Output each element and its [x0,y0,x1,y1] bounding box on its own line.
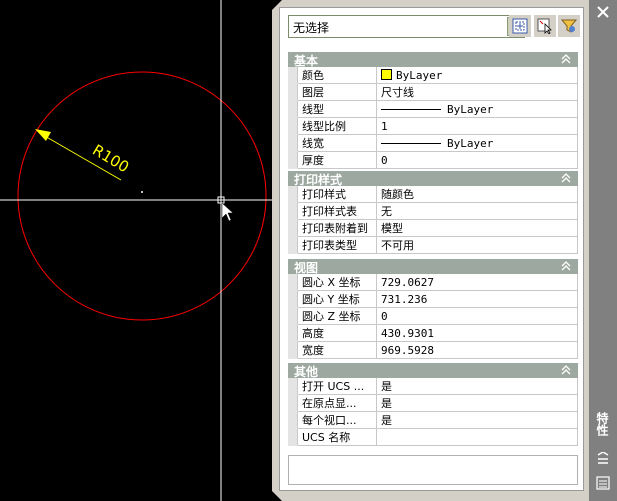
property-label: 宽度 [297,341,377,359]
property-label: 打印样式 [297,186,377,203]
dimension-arrow-icon [35,129,51,141]
property-value[interactable]: 是 [376,394,578,412]
section-general-header[interactable]: 基本 [288,52,578,68]
property-label: 打开 UCS ... [297,378,377,395]
property-label: 打印样式表 [297,202,377,220]
palette-titlebar[interactable]: 特性 [589,0,617,501]
properties-menu-icon[interactable] [594,476,612,490]
property-row-plot-style-table[interactable]: 打印样式表无 [288,202,578,220]
property-row-center-z[interactable]: 圆心 Z 坐标 0 [288,307,578,325]
property-label: 打印表类型 [297,236,377,254]
property-label: UCS 名称 [297,428,377,446]
property-label: 每个视口... [297,411,377,429]
select-objects-button[interactable] [534,15,556,37]
property-row-lineweight[interactable]: 线宽 ByLayer [288,134,578,152]
property-row-plot-table-attached[interactable]: 打印表附着到 模型 [288,219,578,237]
section-view-header[interactable]: 视图 [288,259,578,275]
property-value[interactable]: 模型 [376,219,578,237]
property-label: 颜色 [297,67,377,84]
property-value[interactable]: 是 [376,411,578,429]
collapse-icon[interactable] [560,172,572,184]
general-properties-table: 颜色 ByLayer 图层 尺寸线 线型 ByLayer 线型比例 1 线宽 ByLaye… [288,67,578,169]
description-area [288,455,578,485]
property-value[interactable]: ByLayer [376,134,578,152]
quick-select-button[interactable] [558,15,580,37]
collapse-icon[interactable] [560,260,572,272]
property-row-width[interactable]: 宽度 969.5928 [288,341,578,359]
property-row-ucs-name[interactable]: UCS 名称 [288,428,578,446]
property-label: 圆心 Z 坐标 [297,307,377,325]
property-row-color[interactable]: 颜色 ByLayer [288,67,578,84]
auto-hide-icon[interactable] [594,452,612,466]
property-value[interactable]: 0 [376,151,578,169]
property-row-center-y[interactable]: 圆心 Y 坐标 731.236 [288,290,578,308]
property-row-center-x[interactable]: 圆心 X 坐标 729.0627 [288,274,578,291]
property-row-linetype-scale[interactable]: 线型比例 1 [288,117,578,135]
palette-body: 无选择 基本 颜色 ByLayer 图层 尺寸线 线型 ByLayer 线型比例… [279,7,584,491]
property-value[interactable]: 随颜色 [376,186,578,203]
select-objects-icon [537,18,552,34]
property-value[interactable]: 969.5928 [376,341,578,359]
misc-properties-table: 打开 UCS ... 是 在原点显... 是 每个视口... 是 UCS 名称 [288,378,578,446]
property-value[interactable]: 0 [376,307,578,325]
collapse-icon[interactable] [560,53,572,65]
collapse-icon[interactable] [560,364,572,376]
selection-value: 无选择 [293,21,330,35]
toggle-pickadd-icon [512,18,528,34]
property-value-text: ByLayer [447,102,494,116]
close-icon[interactable] [595,4,611,20]
view-properties-table: 圆心 X 坐标 729.0627 圆心 Y 坐标 731.236 圆心 Z 坐标 0 … [288,274,578,359]
property-value[interactable]: ByLayer [376,67,578,84]
property-value[interactable]: 无 [376,202,578,220]
property-label: 图层 [297,83,377,101]
linetype-sample-icon [381,108,441,110]
property-value[interactable]: 729.0627 [376,274,578,291]
property-value[interactable]: 是 [376,378,578,395]
property-label: 高度 [297,324,377,342]
dimension-text[interactable]: R100 [89,141,132,177]
property-label: 厚度 [297,151,377,169]
toggle-pickadd-button[interactable] [509,15,531,37]
mouse-cursor-icon [221,202,234,222]
property-value[interactable]: 1 [376,117,578,135]
property-value-text: ByLayer [447,136,494,150]
circle-entity[interactable] [17,71,267,321]
property-label: 圆心 Y 坐标 [297,290,377,308]
property-row-thickness[interactable]: 厚度 0 [288,151,578,169]
property-value[interactable]: 尺寸线 [376,83,578,101]
property-value[interactable]: ByLayer [376,100,578,118]
property-value[interactable] [376,428,578,446]
property-row-ucs-icon-on[interactable]: 打开 UCS ... 是 [288,378,578,395]
circle-center-mark [141,191,143,193]
property-row-ucs-icon-at-origin[interactable]: 在原点显... 是 [288,394,578,412]
lineweight-sample-icon [381,142,441,144]
property-value-text: ByLayer [396,68,443,82]
property-label: 在原点显... [297,394,377,412]
plot-style-properties-table: 打印样式 随颜色 打印样式表无 打印表附着到 模型 打印表类型 不可用 [288,186,578,254]
property-label: 圆心 X 坐标 [297,274,377,291]
property-label: 打印表附着到 [297,219,377,237]
property-value[interactable]: 不可用 [376,236,578,254]
selection-dropdown[interactable]: 无选择 [288,15,525,38]
color-swatch-icon [381,68,392,80]
section-misc-header[interactable]: 其他 [288,363,578,379]
property-label: 线宽 [297,134,377,152]
property-row-linetype[interactable]: 线型 ByLayer [288,100,578,118]
property-row-plot-style[interactable]: 打印样式 随颜色 [288,186,578,203]
palette-title: 特性 [595,412,609,436]
property-row-ucs-per-viewport[interactable]: 每个视口... 是 [288,411,578,429]
property-value[interactable]: 731.236 [376,290,578,308]
section-plot-style-header[interactable]: 打印样式 [288,171,578,187]
property-value[interactable]: 430.9301 [376,324,578,342]
properties-palette: 无选择 基本 颜色 ByLayer 图层 尺寸线 线型 ByLayer 线型比例… [272,0,589,501]
palette-corner [272,491,282,501]
property-row-height[interactable]: 高度 430.9301 [288,324,578,342]
property-label: 线型比例 [297,117,377,135]
property-row-plot-table-type[interactable]: 打印表类型 不可用 [288,236,578,254]
property-row-layer[interactable]: 图层 尺寸线 [288,83,578,101]
property-label: 线型 [297,100,377,118]
quick-select-icon [561,19,577,33]
